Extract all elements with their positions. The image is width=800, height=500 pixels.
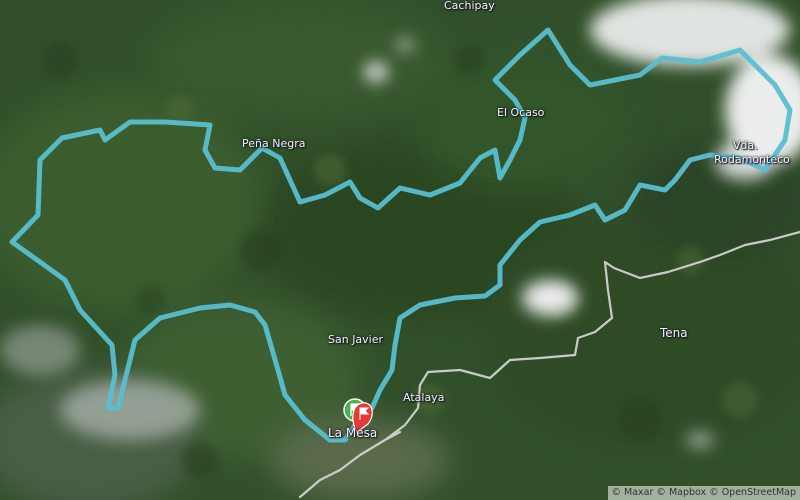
map-attribution[interactable]: © Maxar © Mapbox © OpenStreetMap bbox=[607, 486, 800, 500]
place-label-vda: Vda. bbox=[733, 139, 758, 152]
place-label-cachipay: Cachipay bbox=[444, 0, 495, 12]
place-label-rodamonteco: Rodamonteco bbox=[714, 153, 790, 166]
place-label-san-javier: San Javier bbox=[328, 333, 384, 346]
place-label-la-mesa: La Mesa bbox=[328, 426, 378, 440]
place-label-tena: Tena bbox=[660, 326, 688, 340]
place-label-pena-negra: Peña Negra bbox=[242, 137, 306, 150]
satellite-imagery bbox=[0, 0, 800, 500]
place-label-el-ocaso: El Ocaso bbox=[497, 106, 545, 119]
map-view[interactable]: Cachipay El Ocaso Peña Negra Vda. Rodamo… bbox=[0, 0, 800, 500]
place-label-atalaya: Atalaya bbox=[403, 391, 445, 404]
